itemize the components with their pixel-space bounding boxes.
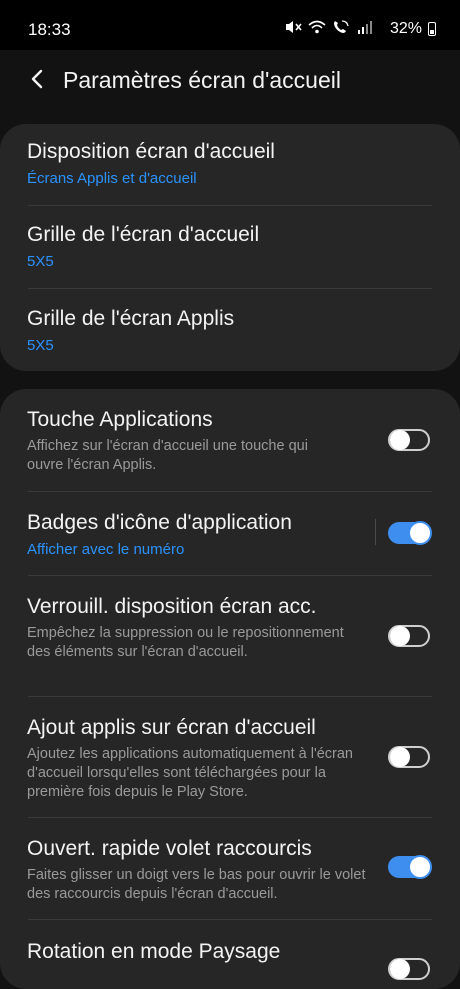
add-apps-toggle[interactable] (388, 746, 430, 768)
page-title: Paramètres écran d'accueil (63, 67, 341, 93)
setting-title: Grille de l'écran d'accueil (27, 223, 260, 246)
settings-group-options: Touche Applications Affichez sur l'écran… (0, 389, 460, 989)
status-time: 18:33 (28, 20, 71, 39)
toggle-knob (390, 959, 410, 979)
setting-title: Verrouill. disposition écran acc. (27, 595, 317, 618)
setting-quick-panel[interactable]: Ouvert. rapide volet raccourcis Faites g… (0, 818, 460, 920)
setting-title: Disposition écran d'accueil (27, 140, 275, 163)
app-header: Paramètres écran d'accueil (0, 50, 460, 124)
setting-value: Écrans Applis et d'accueil (27, 170, 197, 187)
toggle-knob (390, 430, 410, 450)
vertical-separator (375, 519, 376, 545)
setting-description: Ajoutez les applications automatiquement… (27, 746, 353, 800)
setting-title: Ouvert. rapide volet raccourcis (27, 837, 312, 860)
wifi-icon (308, 20, 326, 34)
battery-icon (428, 22, 436, 36)
signal-icon (358, 21, 372, 34)
setting-layout[interactable]: Disposition écran d'accueil Écrans Appli… (0, 124, 460, 206)
setting-value: Afficher avec le numéro (27, 541, 185, 558)
battery-percent: 32% (389, 20, 422, 37)
apps-button-toggle[interactable] (388, 429, 430, 451)
setting-value: 5X5 (27, 253, 54, 270)
setting-title: Touche Applications (27, 408, 213, 431)
back-arrow-icon (31, 69, 43, 89)
quick-panel-toggle[interactable] (388, 855, 432, 879)
wifi-call-icon (334, 20, 349, 33)
setting-description: Empêchez la suppression ou le reposition… (27, 625, 344, 660)
setting-description: Affichez sur l'écran d'accueil une touch… (27, 438, 308, 473)
setting-description: Faites glisser un doigt vers le bas pour… (27, 867, 366, 902)
setting-title: Ajout applis sur écran d'accueil (27, 716, 316, 739)
landscape-rotation-toggle[interactable] (388, 958, 430, 980)
toggle-knob (408, 521, 432, 545)
toggle-knob (408, 855, 432, 879)
setting-apps-button[interactable]: Touche Applications Affichez sur l'écran… (0, 389, 460, 491)
toggle-knob (390, 747, 410, 767)
setting-title: Badges d'icône d'application (27, 511, 292, 534)
settings-group-layout: Disposition écran d'accueil Écrans Appli… (0, 124, 460, 371)
setting-icon-badges[interactable]: Badges d'icône d'application Afficher av… (0, 492, 460, 575)
battery-indicator: 32% (390, 20, 436, 38)
status-bar: 18:33 32% (0, 0, 460, 50)
setting-home-grid[interactable]: Grille de l'écran d'accueil 5X5 (0, 206, 460, 289)
mute-icon (286, 21, 302, 33)
setting-add-apps[interactable]: Ajout applis sur écran d'accueil Ajoutez… (0, 697, 460, 817)
setting-title: Rotation en mode Paysage (27, 940, 281, 963)
back-button[interactable] (26, 66, 48, 92)
lock-layout-toggle[interactable] (388, 625, 430, 647)
setting-value: 5X5 (27, 337, 54, 354)
setting-title: Grille de l'écran Applis (27, 307, 235, 330)
status-icons (284, 19, 374, 35)
setting-apps-grid[interactable]: Grille de l'écran Applis 5X5 (0, 289, 460, 371)
icon-badges-toggle[interactable] (388, 521, 432, 545)
setting-lock-layout[interactable]: Verrouill. disposition écran acc. Empêch… (0, 576, 460, 696)
toggle-knob (390, 626, 410, 646)
setting-landscape-rotation[interactable]: Rotation en mode Paysage (0, 920, 460, 989)
